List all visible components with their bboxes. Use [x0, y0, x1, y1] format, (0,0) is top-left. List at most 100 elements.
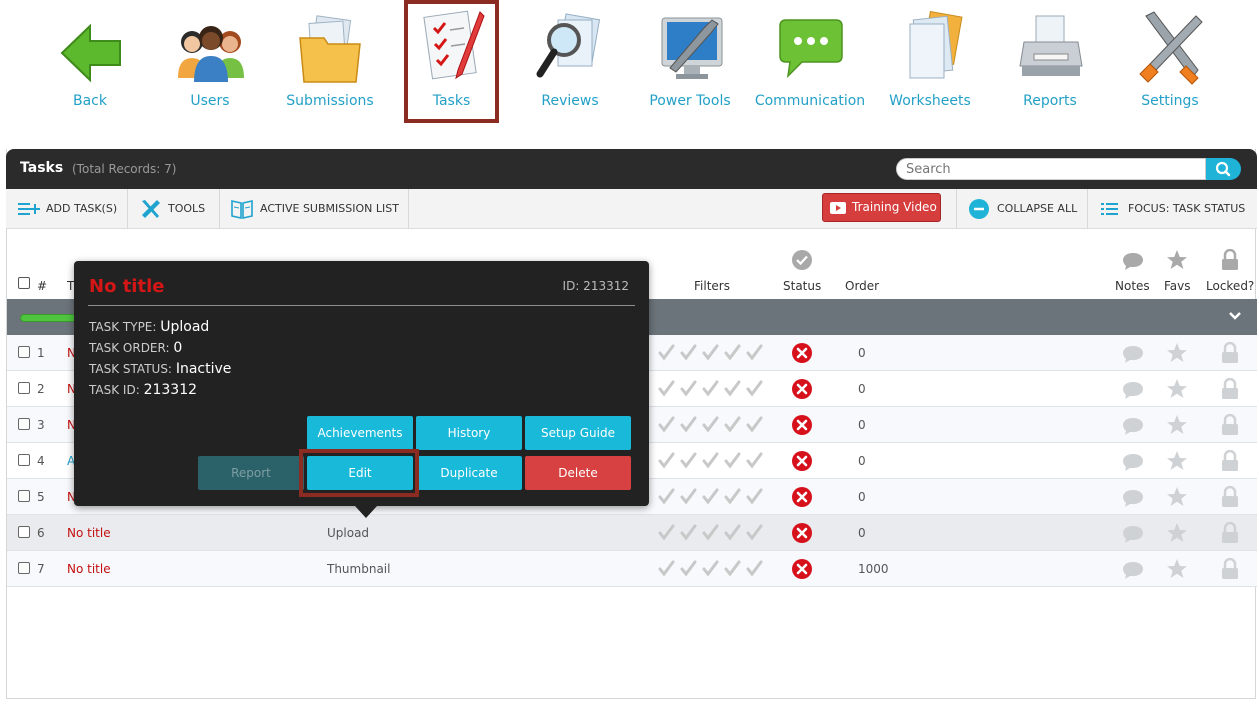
- inactive-x-icon[interactable]: [791, 486, 813, 508]
- select-all-checkbox[interactable]: [18, 277, 30, 289]
- history-button[interactable]: History: [416, 416, 522, 450]
- panel-header: Tasks (Total Records: 7): [6, 149, 1257, 189]
- star-icon[interactable]: [1166, 558, 1188, 580]
- inactive-x-icon[interactable]: [791, 558, 813, 580]
- task-status-line: TASK STATUS: Inactive: [89, 361, 231, 377]
- task-type-line: TASK TYPE: Upload: [89, 319, 209, 335]
- list-icon: [1101, 203, 1118, 215]
- notes-icon[interactable]: [1121, 380, 1145, 400]
- minus-circle-icon: [969, 199, 989, 219]
- row-title-link[interactable]: No title: [67, 526, 111, 540]
- star-icon[interactable]: [1166, 378, 1188, 400]
- row-type: Thumbnail: [327, 562, 391, 576]
- lock-icon[interactable]: [1221, 450, 1239, 472]
- lock-icon[interactable]: [1221, 558, 1239, 580]
- row-order: 0: [858, 418, 866, 432]
- nav-label: Settings: [1141, 93, 1199, 109]
- nav-communication[interactable]: Communication: [755, 0, 865, 122]
- active-submission-list-button[interactable]: ACTIVE SUBMISSION LIST: [220, 189, 409, 228]
- table-row[interactable]: 6 No title Upload 0: [7, 515, 1257, 551]
- lock-icon[interactable]: [1221, 522, 1239, 544]
- col-order[interactable]: Order: [845, 279, 879, 293]
- row-checkbox[interactable]: [18, 418, 30, 430]
- nav-submissions[interactable]: Submissions: [282, 0, 378, 122]
- col-filters: Filters: [694, 279, 730, 293]
- row-checkbox[interactable]: [18, 490, 30, 502]
- row-checkbox[interactable]: [18, 346, 30, 358]
- star-icon[interactable]: [1166, 414, 1188, 436]
- book-icon: [231, 200, 253, 219]
- row-checkbox[interactable]: [18, 382, 30, 394]
- star-icon[interactable]: [1166, 486, 1188, 508]
- collapse-all-button[interactable]: COLLAPSE ALL: [956, 189, 1088, 228]
- delete-button[interactable]: Delete: [525, 456, 631, 490]
- row-number: 3: [37, 418, 45, 432]
- task-type-label: TASK TYPE:: [89, 320, 157, 334]
- star-icon[interactable]: [1166, 450, 1188, 472]
- search-input[interactable]: [896, 158, 1206, 180]
- row-title-link[interactable]: No title: [67, 562, 111, 576]
- add-task-label: ADD TASK(S): [46, 202, 118, 215]
- notes-icon[interactable]: [1121, 524, 1145, 544]
- row-order: 0: [858, 346, 866, 360]
- row-number: 5: [37, 490, 45, 504]
- lock-icon[interactable]: [1221, 486, 1239, 508]
- star-icon[interactable]: [1166, 522, 1188, 544]
- tools-label: TOOLS: [168, 202, 206, 215]
- worksheets-icon: [909, 11, 963, 79]
- task-id-line: TASK ID: 213312: [89, 382, 197, 398]
- col-notes: Notes: [1115, 279, 1150, 293]
- notes-icon[interactable]: [1121, 488, 1145, 508]
- checklist-icon: [423, 10, 485, 80]
- row-checkbox[interactable]: [18, 562, 30, 574]
- tools-button[interactable]: TOOLS: [128, 189, 220, 228]
- row-checkbox[interactable]: [18, 526, 30, 538]
- nav-power-tools[interactable]: Power Tools: [642, 0, 738, 122]
- nav-worksheets[interactable]: Worksheets: [882, 0, 978, 122]
- notes-icon[interactable]: [1121, 452, 1145, 472]
- notes-icon[interactable]: [1121, 416, 1145, 436]
- notes-icon[interactable]: [1121, 560, 1145, 580]
- lock-icon[interactable]: [1221, 414, 1239, 436]
- inactive-x-icon[interactable]: [791, 450, 813, 472]
- notes-icon[interactable]: [1121, 344, 1145, 364]
- inactive-x-icon[interactable]: [791, 342, 813, 364]
- row-number: 7: [37, 562, 45, 576]
- nav-label: Reports: [1023, 93, 1077, 109]
- task-id-value: 213312: [143, 382, 198, 398]
- lock-icon[interactable]: [1221, 342, 1239, 364]
- nav-settings[interactable]: Settings: [1122, 0, 1218, 122]
- duplicate-button[interactable]: Duplicate: [416, 456, 522, 490]
- nav-label: Reviews: [541, 93, 599, 109]
- lock-icon[interactable]: [1221, 378, 1239, 400]
- setup-guide-button[interactable]: Setup Guide: [525, 416, 631, 450]
- focus-button[interactable]: FOCUS: TASK STATUS: [1088, 189, 1257, 228]
- nav-tasks[interactable]: Tasks: [404, 0, 499, 123]
- training-video-button[interactable]: Training Video: [822, 193, 941, 222]
- add-list-icon: [18, 203, 40, 215]
- nav-label: Tasks: [432, 93, 471, 109]
- folder-icon: [299, 15, 361, 83]
- add-task-button[interactable]: ADD TASK(S): [6, 189, 128, 228]
- nav-users[interactable]: Users: [162, 0, 258, 122]
- nav-back[interactable]: Back: [42, 0, 138, 122]
- nav-reviews[interactable]: Reviews: [522, 0, 618, 122]
- achievements-button[interactable]: Achievements: [307, 416, 413, 450]
- chevron-down-icon[interactable]: [1227, 308, 1243, 324]
- nav-reports[interactable]: Reports: [1002, 0, 1098, 122]
- chat-bubble-icon: [779, 19, 843, 79]
- inactive-x-icon[interactable]: [791, 414, 813, 436]
- nav-label: Back: [73, 93, 107, 109]
- collapse-all-label: COLLAPSE ALL: [997, 202, 1078, 215]
- star-icon[interactable]: [1166, 342, 1188, 364]
- table-row[interactable]: 7 No title Thumbnail 1000: [7, 551, 1257, 587]
- inactive-x-icon[interactable]: [791, 522, 813, 544]
- tools-icon: [142, 200, 160, 218]
- search-button[interactable]: [1206, 158, 1241, 180]
- magnifier-icon: [536, 13, 601, 78]
- report-button[interactable]: Report: [198, 456, 304, 490]
- row-order: 0: [858, 490, 866, 504]
- row-checkbox[interactable]: [18, 454, 30, 466]
- col-status[interactable]: Status: [783, 279, 821, 293]
- inactive-x-icon[interactable]: [791, 378, 813, 400]
